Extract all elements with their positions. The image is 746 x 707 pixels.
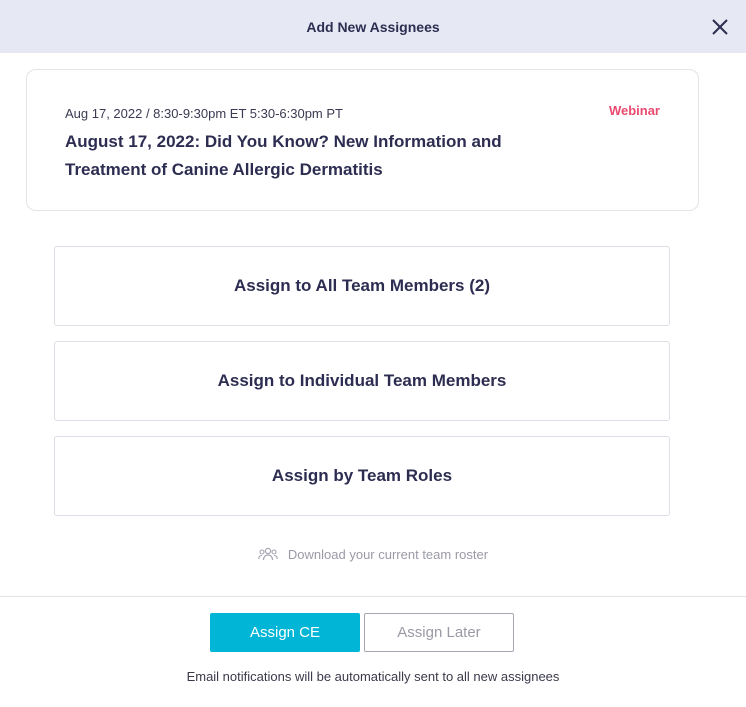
event-type-badge: Webinar [608, 103, 660, 118]
close-button[interactable] [702, 9, 738, 45]
assign-later-button[interactable]: Assign Later [364, 613, 514, 652]
assign-all-members-button[interactable]: Assign to All Team Members (2) [54, 246, 670, 326]
event-card: Aug 17, 2022 / 8:30-9:30pm ET 5:30-6:30p… [26, 69, 699, 211]
modal-title: Add New Assignees [306, 18, 440, 35]
team-icon [258, 547, 278, 561]
assign-by-roles-button[interactable]: Assign by Team Roles [54, 436, 670, 516]
download-roster-link[interactable]: Download your current team roster [0, 545, 746, 563]
event-date: Aug 17, 2022 / 8:30-9:30pm ET 5:30-6:30p… [65, 106, 343, 121]
modal-header: Add New Assignees [0, 0, 746, 53]
event-title: August 17, 2022: Did You Know? New Infor… [65, 132, 502, 179]
assign-individual-members-button[interactable]: Assign to Individual Team Members [54, 341, 670, 421]
close-icon [711, 18, 729, 36]
assign-ce-button[interactable]: Assign CE [210, 613, 360, 652]
email-notification-note: Email notifications will be automaticall… [186, 669, 560, 684]
download-roster-label: Download your current team roster [287, 546, 489, 562]
footer-divider [0, 596, 746, 597]
